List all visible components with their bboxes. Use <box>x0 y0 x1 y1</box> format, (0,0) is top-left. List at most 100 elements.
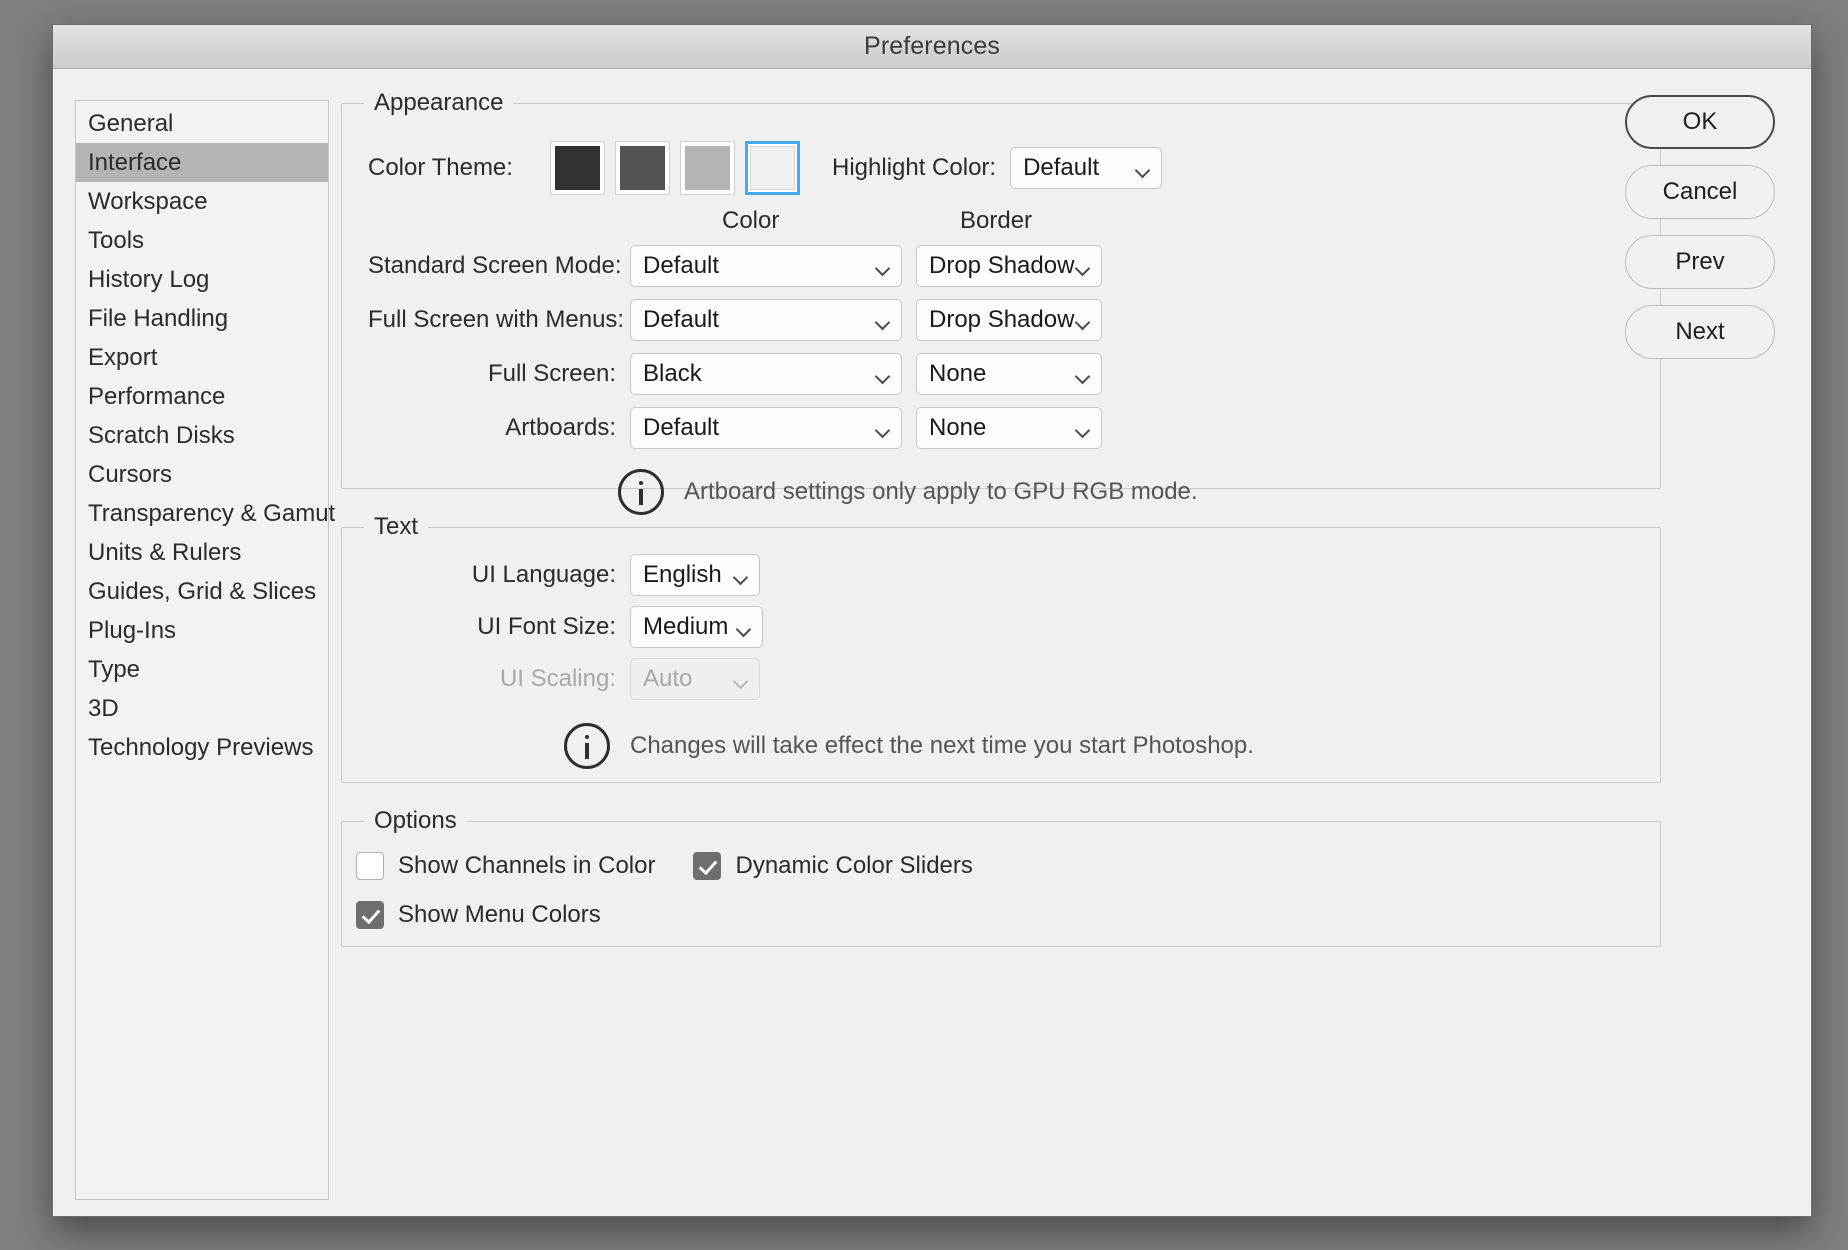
swatch-fill <box>685 146 730 190</box>
ui-scaling-select: Auto <box>630 658 760 700</box>
chevron-down-icon <box>877 425 890 433</box>
dynamic-color-sliders-wrap: Dynamic Color Sliders <box>693 852 972 880</box>
ui-scaling-row: UI Scaling: Auto <box>368 653 1634 705</box>
screen-mode-color-select[interactable]: Black <box>630 353 902 395</box>
screen-mode-label: Full Screen with Menus: <box>368 306 630 334</box>
sidebar-item-cursors[interactable]: Cursors <box>76 455 328 494</box>
color-theme-swatch-light[interactable] <box>745 141 800 195</box>
screen-mode-border-select[interactable]: Drop Shadow <box>916 299 1102 341</box>
screen-mode-border-value: Drop Shadow <box>929 252 1074 280</box>
swatch-fill <box>555 146 600 190</box>
show-menu-colors-checkbox[interactable] <box>356 901 384 929</box>
info-icon <box>564 723 610 769</box>
appearance-group: Appearance Color Theme: Highlight Color:… <box>341 89 1661 489</box>
screen-mode-border-select[interactable]: Drop Shadow <box>916 245 1102 287</box>
screen-mode-color-select[interactable]: Default <box>630 299 902 341</box>
ui-font-size-select[interactable]: Medium <box>630 606 763 648</box>
chevron-down-icon <box>1137 165 1150 173</box>
screen-mode-rows: Standard Screen Mode:DefaultDrop ShadowF… <box>368 243 1634 451</box>
screen-mode-border-select[interactable]: None <box>916 407 1102 449</box>
text-group: Text UI Language: English UI Font Size: … <box>341 513 1661 783</box>
sidebar-item-scratch-disks[interactable]: Scratch Disks <box>76 416 328 455</box>
sidebar-item-transparency-gamut[interactable]: Transparency & Gamut <box>76 494 328 533</box>
text-legend: Text <box>364 513 428 541</box>
artboard-info-text: Artboard settings only apply to GPU RGB … <box>684 478 1198 506</box>
screen-mode-color-value: Default <box>643 306 719 334</box>
highlight-color-label: Highlight Color: <box>832 154 996 182</box>
show-channels-in-color-label: Show Channels in Color <box>398 852 655 880</box>
ui-scaling-value: Auto <box>643 665 692 693</box>
options-row-2: Show Menu Colors <box>356 890 1634 939</box>
show-channels-in-color-checkbox[interactable] <box>356 852 384 880</box>
sidebar-item-tools[interactable]: Tools <box>76 221 328 260</box>
ui-font-size-value: Medium <box>643 613 728 641</box>
ui-font-size-row: UI Font Size: Medium <box>368 601 1634 653</box>
sidebar-item-history-log[interactable]: History Log <box>76 260 328 299</box>
sidebar-item-performance[interactable]: Performance <box>76 377 328 416</box>
screen-mode-border-select[interactable]: None <box>916 353 1102 395</box>
artboard-info-line: Artboard settings only apply to GPU RGB … <box>618 469 1634 515</box>
screen-mode-row: Artboards:DefaultNone <box>368 405 1634 451</box>
ui-language-select[interactable]: English <box>630 554 760 596</box>
screen-mode-row: Full Screen:BlackNone <box>368 351 1634 397</box>
restart-info-text: Changes will take effect the next time y… <box>630 732 1254 760</box>
color-theme-swatches[interactable] <box>550 141 810 195</box>
sidebar-item-export[interactable]: Export <box>76 338 328 377</box>
text-inner: UI Language: English UI Font Size: Mediu… <box>342 541 1660 795</box>
column-headers: Color Border <box>368 207 1634 243</box>
options-row-1: Show Channels in Color Dynamic Color Sli… <box>356 841 1634 890</box>
chevron-down-icon <box>1077 317 1090 325</box>
cancel-button[interactable]: Cancel <box>1625 165 1775 219</box>
chevron-down-icon <box>1077 263 1090 271</box>
ui-font-size-label: UI Font Size: <box>368 613 630 641</box>
ok-button[interactable]: OK <box>1625 95 1775 149</box>
ui-scaling-label: UI Scaling: <box>368 665 630 693</box>
sidebar-item-general[interactable]: General <box>76 104 328 143</box>
options-group: Options Show Channels in Color Dynamic C… <box>341 807 1661 947</box>
highlight-color-value: Default <box>1023 154 1099 182</box>
screen-mode-color-select[interactable]: Default <box>630 407 902 449</box>
swatch-fill <box>620 146 665 190</box>
appearance-legend: Appearance <box>364 89 513 117</box>
show-menu-colors-label: Show Menu Colors <box>398 901 601 929</box>
chevron-down-icon <box>735 676 748 684</box>
options-legend: Options <box>364 807 467 835</box>
dynamic-color-sliders-checkbox[interactable] <box>693 852 721 880</box>
sidebar-item-type[interactable]: Type <box>76 650 328 689</box>
options-inner: Show Channels in Color Dynamic Color Sli… <box>342 835 1660 965</box>
screen-mode-border-value: None <box>929 360 986 388</box>
chevron-down-icon <box>738 624 751 632</box>
chevron-down-icon <box>1077 425 1090 433</box>
sidebar-item-plug-ins[interactable]: Plug-Ins <box>76 611 328 650</box>
column-header-border: Border <box>960 207 1032 235</box>
sidebar-item-3d[interactable]: 3D <box>76 689 328 728</box>
screen-mode-color-value: Black <box>643 360 702 388</box>
chevron-down-icon <box>877 263 890 271</box>
next-button[interactable]: Next <box>1625 305 1775 359</box>
chevron-down-icon <box>877 317 890 325</box>
window-title: Preferences <box>864 32 1000 61</box>
screen-mode-color-select[interactable]: Default <box>630 245 902 287</box>
screen-mode-label: Standard Screen Mode: <box>368 252 630 280</box>
screen-mode-border-value: Drop Shadow <box>929 306 1074 334</box>
screen-mode-row: Full Screen with Menus: Default Drop Shado… <box>368 297 1634 343</box>
highlight-color-select[interactable]: Default <box>1010 147 1162 189</box>
ui-language-label: UI Language: <box>368 561 630 589</box>
prev-button[interactable]: Prev <box>1625 235 1775 289</box>
color-theme-swatch-darkest[interactable] <box>550 141 605 195</box>
category-list[interactable]: GeneralInterfaceWorkspaceToolsHistory Lo… <box>75 100 329 1200</box>
sidebar-item-guides-grid-slices[interactable]: Guides, Grid & Slices <box>76 572 328 611</box>
color-theme-row: Color Theme: Highlight Color: Default <box>368 137 1634 199</box>
swatch-fill <box>750 146 795 190</box>
sidebar-item-workspace[interactable]: Workspace <box>76 182 328 221</box>
restart-info-line: Changes will take effect the next time y… <box>564 723 1634 769</box>
screen-mode-border-value: None <box>929 414 986 442</box>
ui-language-row: UI Language: English <box>368 549 1634 601</box>
sidebar-item-interface[interactable]: Interface <box>76 143 328 182</box>
color-theme-swatch-medium[interactable] <box>680 141 735 195</box>
sidebar-item-units-rulers[interactable]: Units & Rulers <box>76 533 328 572</box>
column-header-color: Color <box>722 207 779 235</box>
sidebar-item-file-handling[interactable]: File Handling <box>76 299 328 338</box>
color-theme-swatch-dark[interactable] <box>615 141 670 195</box>
sidebar-item-technology-previews[interactable]: Technology Previews <box>76 728 328 767</box>
